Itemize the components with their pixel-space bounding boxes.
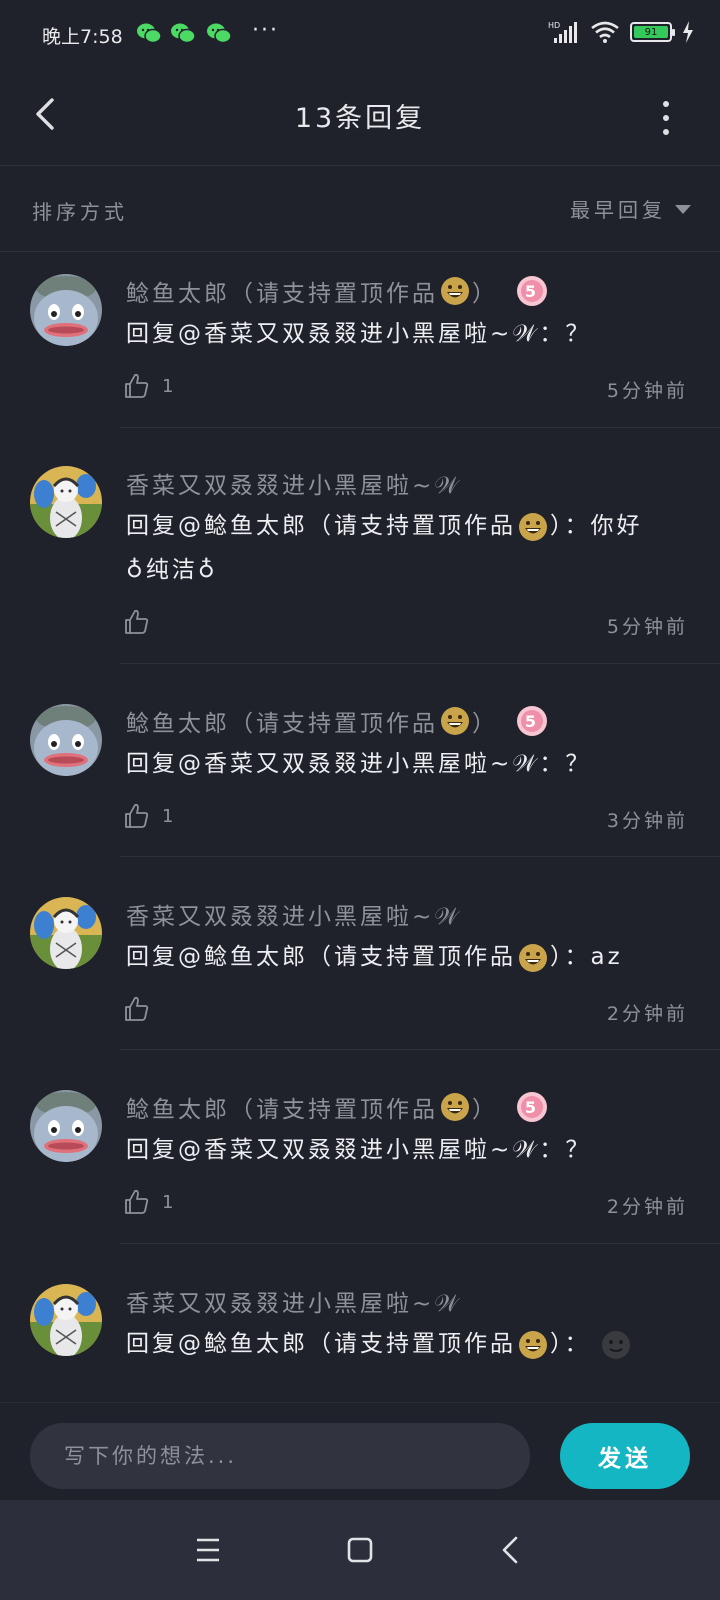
like-button[interactable]: 1 bbox=[122, 802, 173, 830]
thumbs-up-icon bbox=[122, 995, 150, 1023]
reply-author[interactable]: 香菜又双叒叕进小黑屋啦~𝒲 bbox=[126, 1284, 688, 1318]
reply-author[interactable]: 鲶鱼太郎（请支持置顶作品 ） bbox=[126, 704, 688, 738]
reply-author[interactable]: 鲶鱼太郎（请支持置顶作品 ） bbox=[126, 274, 688, 308]
thumbs-up-icon bbox=[122, 1188, 150, 1216]
wechat-notification-icon bbox=[207, 23, 232, 44]
list-item[interactable]: 香菜又双叒叕进小黑屋啦~𝒲 回复@鲶鱼太郎（请支持置顶作品）： bbox=[0, 1244, 720, 1402]
avatar[interactable] bbox=[30, 274, 102, 346]
wechat-notification-icon bbox=[171, 23, 196, 44]
level-badge-icon bbox=[516, 705, 548, 737]
sort-value: 最早回复 bbox=[570, 198, 666, 222]
reply-text: 回复@香菜又双叒叕进小黑屋啦~𝒲：？ bbox=[126, 321, 592, 347]
thumbs-up-icon bbox=[122, 802, 150, 830]
list-item[interactable]: 鲶鱼太郎（请支持置顶作品 ） 回复@香菜又双叒叕进小黑屋啦~𝒲：？ 1 3分钟前 bbox=[0, 664, 720, 857]
back-icon[interactable] bbox=[490, 1528, 534, 1572]
sort-dropdown[interactable]: 最早回复 bbox=[570, 194, 692, 223]
reply-input[interactable] bbox=[30, 1423, 530, 1489]
square-icon[interactable] bbox=[338, 1528, 382, 1572]
reply-footer: 1 2分钟前 bbox=[122, 1188, 688, 1222]
top-app-bar: 13条回复 bbox=[0, 68, 720, 166]
reply-footer: 1 3分钟前 bbox=[122, 802, 688, 836]
send-button[interactable]: 发送 bbox=[560, 1423, 690, 1489]
reply-text: 回复@香菜又双叒叕进小黑屋啦~𝒲：？ bbox=[126, 751, 592, 777]
reply-list: 鲶鱼太郎（请支持置顶作品 ） 回复@香菜又双叒叕进小黑屋啦~𝒲：？ 1 5分钟前… bbox=[0, 252, 720, 1402]
reply-footer: 2分钟前 bbox=[122, 995, 688, 1029]
reply-time: 5分钟前 bbox=[606, 380, 688, 402]
reply-footer: 1 5分钟前 bbox=[122, 372, 688, 406]
grinning-emoji-icon bbox=[440, 1092, 470, 1122]
list-item[interactable]: 香菜又双叒叕进小黑屋啦~𝒲 回复@鲶鱼太郎（请支持置顶作品 ）：你好 ♁纯洁♁ 5… bbox=[0, 428, 720, 664]
caret-down-icon bbox=[675, 204, 691, 214]
thumbs-up-icon bbox=[122, 608, 150, 636]
like-button[interactable] bbox=[122, 995, 162, 1023]
signal-icon: HD bbox=[548, 21, 577, 43]
level-badge-icon bbox=[516, 1091, 548, 1123]
status-time: 晚上7:58 bbox=[42, 26, 123, 48]
more-vertical-icon[interactable] bbox=[658, 98, 674, 138]
avatar[interactable] bbox=[30, 897, 102, 969]
list-item[interactable]: 鲶鱼太郎（请支持置顶作品 ） 回复@香菜又双叒叕进小黑屋啦~𝒲：？ 1 5分钟前 bbox=[0, 252, 720, 428]
like-count: 1 bbox=[162, 1191, 174, 1213]
list-item[interactable]: 鲶鱼太郎（请支持置顶作品 ） 回复@香菜又双叒叕进小黑屋啦~𝒲：？ 1 2分钟前 bbox=[0, 1050, 720, 1244]
page-title: 13条回复 bbox=[294, 103, 426, 134]
reply-time: 2分钟前 bbox=[606, 1196, 688, 1218]
battery-icon: 91 bbox=[630, 22, 675, 42]
dark-face-emoji-icon bbox=[601, 1330, 630, 1359]
like-button[interactable]: 1 bbox=[122, 1188, 173, 1216]
menu-icon[interactable] bbox=[186, 1528, 230, 1572]
reply-text: 回复@鲶鱼太郎（请支持置顶作品 ）：你好 ♁纯洁♁ bbox=[126, 512, 643, 583]
reply-text: 回复@鲶鱼太郎（请支持置顶作品）： bbox=[126, 1322, 688, 1366]
reply-author[interactable]: 香菜又双叒叕进小黑屋啦~𝒲 bbox=[126, 897, 688, 931]
like-count: 1 bbox=[162, 375, 174, 397]
wechat-notification-icon bbox=[137, 23, 162, 44]
battery-level: 91 bbox=[634, 26, 668, 38]
status-icons: HD 91 bbox=[548, 20, 694, 44]
reply-time: 5分钟前 bbox=[606, 616, 688, 638]
like-button[interactable] bbox=[122, 608, 162, 636]
reply-author[interactable]: 鲶鱼太郎（请支持置顶作品 ） bbox=[126, 1090, 688, 1124]
avatar[interactable] bbox=[30, 466, 102, 538]
reply-footer: 5分钟前 bbox=[122, 608, 688, 642]
grinning-emoji-icon bbox=[518, 943, 548, 973]
reply-time: 3分钟前 bbox=[606, 810, 688, 832]
reply-input-bar: 发送 bbox=[0, 1402, 720, 1500]
reply-text: 回复@香菜又双叒叕进小黑屋啦~𝒲：？ bbox=[126, 1137, 592, 1163]
avatar[interactable] bbox=[30, 704, 102, 776]
avatar[interactable] bbox=[30, 1090, 102, 1162]
level-badge-icon bbox=[516, 275, 548, 307]
status-bar: 晚上7:58 ··· HD 91 bbox=[0, 0, 720, 68]
sort-label: 排序方式 bbox=[32, 200, 128, 224]
network-label: HD bbox=[548, 21, 560, 30]
reply-text: 回复@鲶鱼太郎（请支持置顶作品 ）：az bbox=[126, 935, 688, 979]
sort-bar: 排序方式 最早回复 bbox=[0, 166, 720, 252]
system-nav-bar bbox=[0, 1500, 720, 1600]
like-button[interactable]: 1 bbox=[122, 372, 173, 400]
thumbs-up-icon bbox=[122, 372, 150, 400]
wifi-icon bbox=[591, 21, 619, 43]
list-item[interactable]: 香菜又双叒叕进小黑屋啦~𝒲 回复@鲶鱼太郎（请支持置顶作品 ）：az 2分钟前 bbox=[0, 857, 720, 1050]
grinning-emoji-icon bbox=[440, 276, 470, 306]
more-notifications-indicator: ··· bbox=[252, 18, 279, 43]
charging-icon bbox=[683, 21, 693, 43]
reply-author[interactable]: 香菜又双叒叕进小黑屋啦~𝒲 bbox=[126, 466, 688, 500]
grinning-emoji-icon bbox=[518, 512, 548, 542]
reply-time: 2分钟前 bbox=[606, 1003, 688, 1025]
like-count: 1 bbox=[162, 805, 174, 827]
avatar[interactable] bbox=[30, 1284, 102, 1356]
grinning-emoji-icon bbox=[440, 706, 470, 736]
grinning-emoji-icon bbox=[518, 1330, 548, 1360]
